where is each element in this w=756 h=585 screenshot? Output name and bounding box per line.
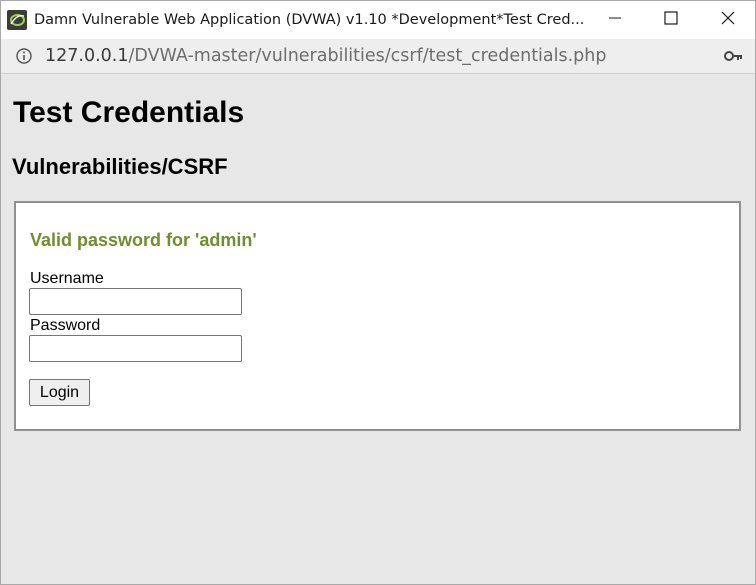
url-host: 127.0.0.1: [45, 46, 129, 66]
address-bar[interactable]: 127.0.0.1/DVWA-master/vulnerabilities/cs…: [1, 39, 755, 74]
page-content: Test Credentials Vulnerabilities/CSRF Va…: [1, 74, 755, 584]
window-title: Damn Vulnerable Web Application (DVWA) v…: [34, 12, 585, 28]
dvwa-logo-icon: [7, 10, 27, 30]
username-label: Username: [30, 270, 104, 287]
password-field[interactable]: [29, 335, 242, 362]
url-path: /DVWA-master/vulnerabilities/csrf/test_c…: [128, 46, 607, 66]
close-button[interactable]: [699, 1, 755, 39]
login-button[interactable]: Login: [29, 379, 90, 406]
page-subtitle: Vulnerabilities/CSRF: [12, 154, 228, 179]
credentials-panel: Valid password for 'admin' Username Pass…: [14, 201, 741, 431]
maximize-button[interactable]: [642, 1, 700, 39]
browser-window: Damn Vulnerable Web Application (DVWA) v…: [0, 0, 756, 585]
close-icon: [721, 11, 735, 30]
info-icon[interactable]: [15, 47, 33, 65]
username-field[interactable]: [29, 288, 242, 315]
title-bar: Damn Vulnerable Web Application (DVWA) v…: [1, 1, 755, 39]
minimize-icon: [609, 11, 621, 29]
minimize-button[interactable]: [586, 1, 644, 39]
page-title: Test Credentials: [13, 96, 245, 129]
status-message: Valid password for 'admin': [30, 230, 257, 250]
maximize-icon: [664, 10, 678, 30]
url-text[interactable]: 127.0.0.1/DVWA-master/vulnerabilities/cs…: [45, 45, 607, 67]
password-label: Password: [30, 317, 101, 334]
key-icon[interactable]: [723, 47, 745, 65]
